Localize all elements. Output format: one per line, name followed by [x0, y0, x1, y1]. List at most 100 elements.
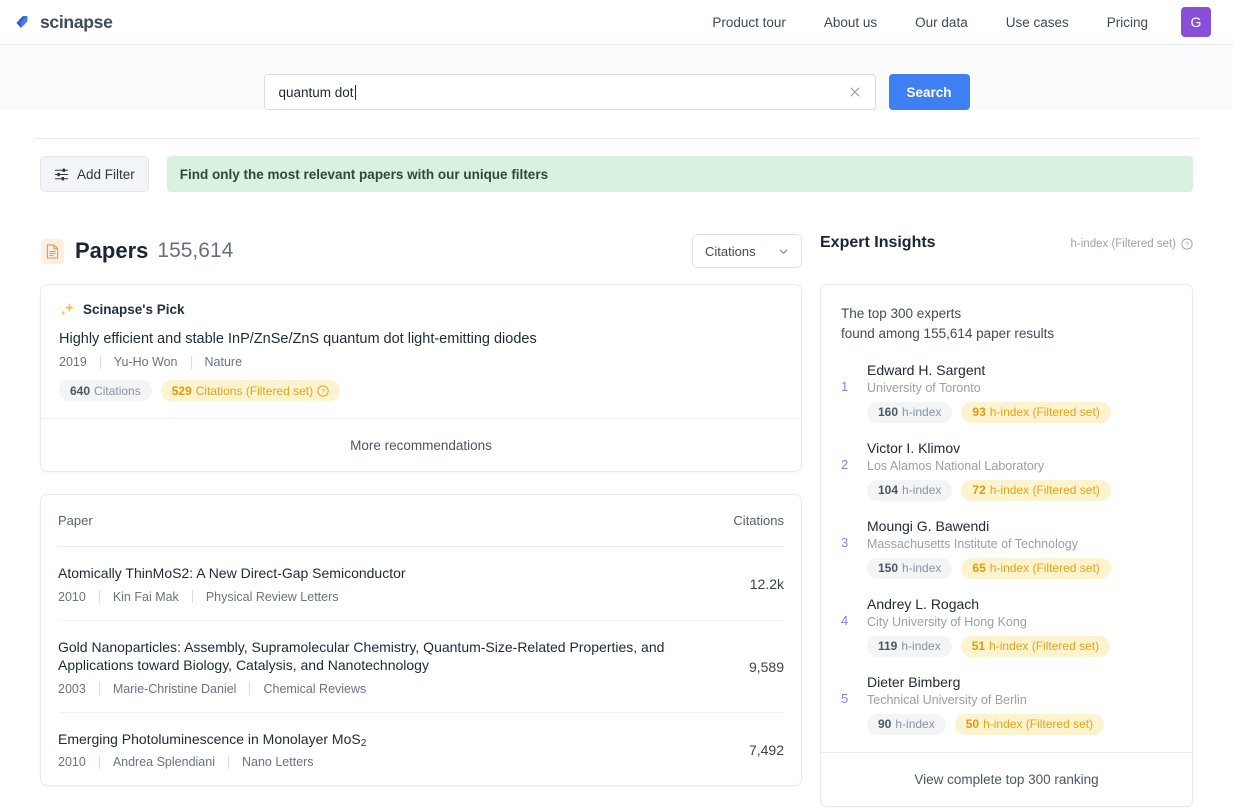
paper-journal[interactable]: Physical Review Letters	[193, 590, 352, 604]
question-circle-icon[interactable]: ?	[1181, 238, 1193, 250]
paper-title[interactable]: Atomically ThinMoS2: A New Direct-Gap Se…	[58, 564, 672, 583]
expert-rank: 4	[841, 612, 849, 628]
column-header-citations: Citations	[733, 513, 784, 528]
table-row[interactable]: Emerging Photoluminescence in Monolayer …	[58, 713, 784, 786]
paper-journal[interactable]: Nano Letters	[229, 755, 327, 769]
expert-badges: 150 h-index 65 h-index (Filtered set)	[867, 557, 1172, 579]
hindex-badge: 160 h-index	[867, 401, 953, 423]
hindex-badge: 150 h-index	[867, 557, 953, 579]
pick-header: Scinapse's Pick	[59, 301, 783, 318]
paper-author[interactable]: Kin Fai Mak	[100, 590, 192, 604]
table-row[interactable]: Gold Nanoparticles: Assembly, Supramolec…	[58, 621, 784, 713]
expert-name[interactable]: Edward H. Sargent	[867, 362, 1172, 378]
expert-list-item[interactable]: 3 Moungi G. Bawendi Massachusetts Instit…	[841, 518, 1172, 596]
nav-item-product-tour[interactable]: Product tour	[693, 15, 805, 30]
search-button[interactable]: Search	[888, 74, 970, 110]
pick-badges: 640 Citations 529 Citations (Filtered set)…	[59, 380, 783, 401]
hindex-label: h-index	[901, 639, 941, 654]
paper-title[interactable]: Gold Nanoparticles: Assembly, Supramolec…	[58, 638, 672, 675]
filtered-hindex-value: 65	[972, 561, 986, 576]
filtered-citations-value: 529	[171, 383, 192, 398]
paper-author[interactable]: Andrea Splendiani	[100, 755, 228, 769]
papers-count: 155,614	[157, 239, 234, 262]
expert-rank: 5	[841, 690, 849, 706]
expert-rank: 1	[841, 378, 849, 394]
paper-meta: 2010 Kin Fai Mak Physical Review Letters	[58, 590, 672, 604]
filtered-citations-badge: 529 Citations (Filtered set) ?	[160, 380, 341, 401]
papers-column: Papers 155,614 Citations Scinapse's Pick	[40, 234, 802, 787]
filtered-hindex-label: h-index (Filtered set)	[983, 717, 1094, 732]
hindex-value: 104	[878, 483, 899, 498]
expert-affiliation: University of Toronto	[867, 380, 981, 395]
table-row[interactable]: Atomically ThinMoS2: A New Direct-Gap Se…	[58, 547, 784, 621]
paper-citations: 12.2k	[749, 575, 784, 592]
table-row-paper: Atomically ThinMoS2: A New Direct-Gap Se…	[58, 564, 688, 604]
hindex-badge: 119 h-index	[867, 635, 952, 657]
expert-list-item[interactable]: 5 Dieter Bimberg Technical University of…	[841, 674, 1172, 752]
expert-list-item[interactable]: 1 Edward H. Sargent University of Toront…	[841, 362, 1172, 440]
pick-paper-meta: 2019 Yu-Ho Won Nature	[59, 355, 783, 369]
hindex-label: h-index	[902, 483, 942, 498]
search-row: quantum dot Search	[263, 74, 970, 110]
filtered-hindex-badge: 51 h-index (Filtered set)	[960, 635, 1111, 657]
column-header-paper: Paper	[58, 513, 93, 528]
sort-dropdown[interactable]: Citations	[692, 234, 802, 268]
expert-insights-header: Expert Insights h-index (Filtered set) ?	[820, 234, 1193, 268]
nav-item-our-data[interactable]: Our data	[896, 15, 987, 30]
nav-item-pricing[interactable]: Pricing	[1088, 15, 1167, 30]
search-input[interactable]: quantum dot	[263, 74, 876, 110]
filtered-hindex-label: h-index (Filtered set)	[989, 639, 1100, 654]
paper-journal[interactable]: Chemical Reviews	[250, 682, 379, 696]
chevron-down-icon	[779, 249, 788, 254]
pick-author[interactable]: Yu-Ho Won	[101, 355, 191, 369]
paper-meta: 2010 Andrea Splendiani Nano Letters	[58, 755, 672, 769]
intro-line-2: found among 155,614 paper results	[841, 325, 1055, 341]
expert-name[interactable]: Andrey L. Rogach	[867, 596, 1172, 612]
search-section: quantum dot Search	[0, 45, 1233, 110]
add-filter-button[interactable]: Add Filter	[40, 156, 149, 192]
citations-badge: 640 Citations	[59, 380, 152, 401]
expert-list-item[interactable]: 4 Andrey L. Rogach City University of Ho…	[841, 596, 1172, 674]
paper-year: 2010	[58, 589, 86, 604]
expert-insights-column: Expert Insights h-index (Filtered set) ?…	[820, 234, 1193, 807]
paper-year: 2010	[58, 755, 86, 770]
pick-journal[interactable]: Nature	[192, 355, 256, 369]
paper-citations: 7,492	[748, 741, 784, 758]
view-full-ranking-button[interactable]: View complete top 300 ranking	[821, 751, 1192, 806]
expert-body: Moungi G. Bawendi Massachusetts Institut…	[867, 518, 1172, 579]
sliders-icon	[54, 168, 69, 180]
search-input-value: quantum dot	[278, 84, 354, 100]
table-row-paper: Emerging Photoluminescence in Monolayer …	[58, 730, 688, 770]
scinapse-logo-icon	[16, 15, 28, 28]
filtered-hindex-badge: 93 h-index (Filtered set)	[961, 401, 1111, 423]
expert-affiliation: Los Alamos National Laboratory	[867, 458, 1045, 473]
expert-list-item[interactable]: 2 Victor I. Klimov Los Alamos National L…	[841, 440, 1172, 518]
expert-name[interactable]: Victor I. Klimov	[867, 440, 1172, 456]
citations-value: 640	[70, 383, 91, 398]
filtered-hindex-value: 72	[972, 483, 986, 498]
avatar[interactable]: G	[1181, 7, 1211, 37]
expert-badges: 160 h-index 93 h-index (Filtered set)	[867, 401, 1172, 423]
table-header-row: Paper Citations	[58, 495, 784, 547]
paper-author[interactable]: Marie-Christine Daniel	[100, 682, 250, 696]
filtered-hindex-label: h-index (Filtered set)	[989, 405, 1100, 420]
text-caret	[354, 84, 356, 100]
nav-item-use-cases[interactable]: Use cases	[987, 15, 1088, 30]
expert-badges: 119 h-index 51 h-index (Filtered set)	[867, 635, 1172, 657]
add-filter-label: Add Filter	[77, 166, 135, 182]
nav-item-about-us[interactable]: About us	[805, 15, 896, 30]
expert-affiliation: City University of Hong Kong	[867, 614, 1027, 629]
expert-name[interactable]: Dieter Bimberg	[867, 674, 1172, 690]
expert-name[interactable]: Moungi G. Bawendi	[867, 518, 1172, 534]
main-content: Papers 155,614 Citations Scinapse's Pick	[40, 192, 1193, 807]
expert-rank: 3	[841, 534, 849, 550]
question-circle-icon[interactable]: ?	[317, 384, 329, 397]
expert-insights-intro: The top 300 experts found among 155,614 …	[841, 304, 1172, 344]
paper-meta: 2003 Marie-Christine Daniel Chemical Rev…	[58, 682, 672, 696]
close-x-icon[interactable]	[847, 84, 863, 100]
pick-paper-title[interactable]: Highly efficient and stable InP/ZnSe/ZnS…	[59, 331, 783, 347]
filtered-citations-label: Citations (Filtered set)	[195, 383, 314, 398]
paper-title[interactable]: Emerging Photoluminescence in Monolayer …	[58, 730, 672, 750]
logo[interactable]: scinapse	[14, 12, 113, 33]
more-recommendations-button[interactable]: More recommendations	[41, 418, 801, 471]
